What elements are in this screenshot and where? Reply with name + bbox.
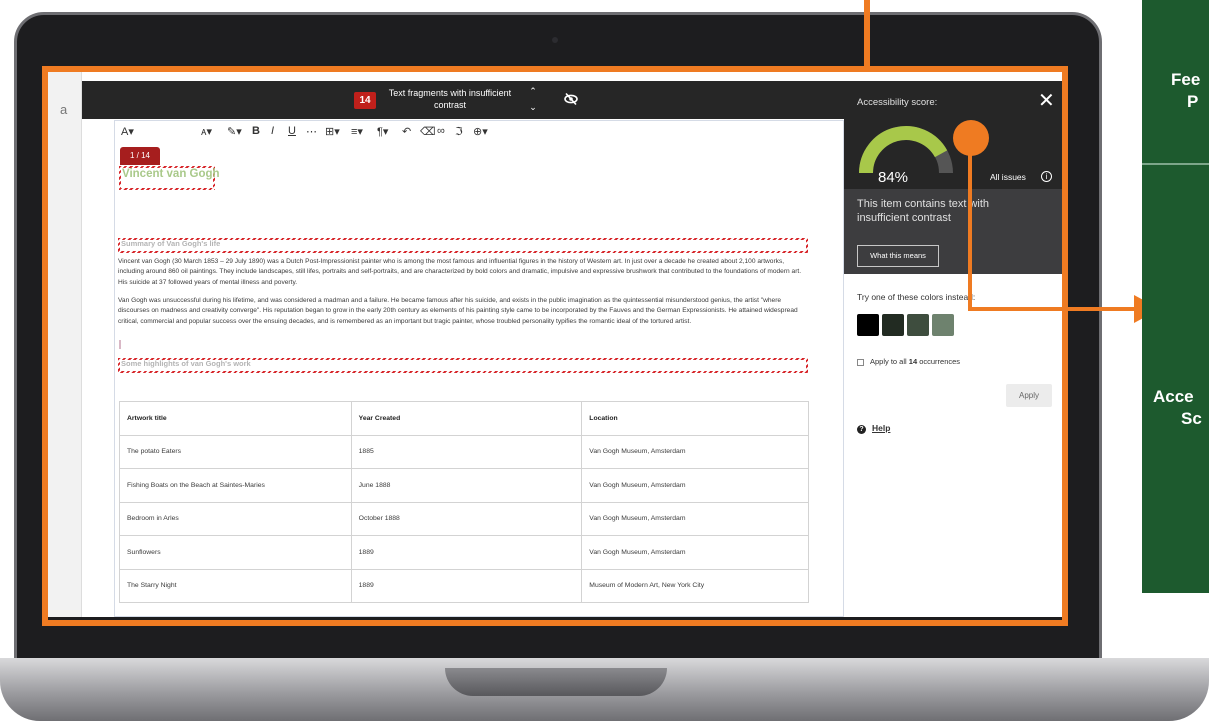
callout-line <box>968 140 972 310</box>
callout-label: Sc <box>1181 409 1202 428</box>
stage: a 14 Text fragments with insufficient co… <box>0 0 1209 721</box>
callout-divider <box>1142 163 1209 165</box>
highlight-frame <box>42 66 1068 626</box>
callout-label: P <box>1187 92 1199 111</box>
callout-line <box>864 0 870 66</box>
callout-dot <box>953 120 989 156</box>
callout-label: Acce <box>1153 387 1194 406</box>
laptop-notch <box>445 668 667 696</box>
callout-line <box>968 307 1136 311</box>
callout-label: Fee <box>1171 70 1201 89</box>
camera-dot <box>552 37 558 43</box>
